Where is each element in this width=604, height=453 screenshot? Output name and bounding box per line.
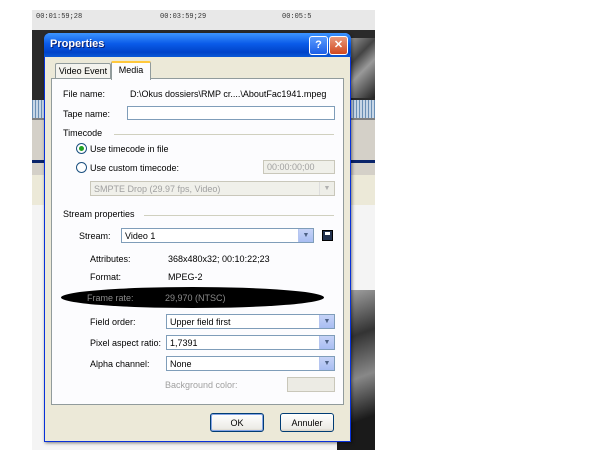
chevron-down-icon: ▼ [319,182,334,195]
tab-video-event[interactable]: Video Event [55,63,111,79]
radio-unselected-icon[interactable] [76,162,87,173]
use-timecode-in-file-label[interactable]: Use timecode in file [90,144,169,154]
tab-media[interactable]: Media [111,61,151,80]
stream-value: Video 1 [125,231,156,241]
pixel-aspect-ratio-label: Pixel aspect ratio: [90,338,162,348]
tape-name-label: Tape name: [63,109,111,119]
field-order-select[interactable]: Upper field first ▼ [166,314,335,329]
attributes-label: Attributes: [90,254,131,264]
timeline-ruler[interactable]: 00:01:59;28 00:03:59;29 00:05:5 [32,10,375,31]
attributes-value: 368x480x32; 00:10:22;23 [168,254,270,264]
use-custom-timecode-label[interactable]: Use custom timecode: [90,163,179,173]
stream-label: Stream: [79,231,111,241]
chevron-down-icon: ▼ [319,357,334,370]
help-button[interactable]: ? [309,36,328,55]
timeline-time-1: 00:01:59;28 [36,13,83,21]
frame-rate-label: Frame rate: [87,293,134,303]
stream-select[interactable]: Video 1 ▼ [121,228,314,243]
media-tab-panel: File name: D:\Okus dossiers\RMP cr....\A… [51,78,344,405]
timecode-format-select[interactable]: SMPTE Drop (29.97 fps, Video) ▼ [90,181,335,196]
chevron-down-icon: ▼ [319,315,334,328]
stream-properties-group-title: Stream properties [63,209,138,219]
timecode-format-value: SMPTE Drop (29.97 fps, Video) [94,184,221,194]
timeline-time-2: 00:03:59;29 [160,13,207,21]
dialog-title: Properties [50,38,105,50]
properties-dialog: Properties ? ✕ Video Event Media File na… [44,33,351,442]
frame-rate-highlight-oval: Frame rate: 29,970 (NTSC) [61,287,324,308]
floppy-disk-icon[interactable] [322,230,333,241]
dialog-title-bar[interactable]: Properties ? ✕ [44,33,351,57]
chevron-down-icon: ▼ [298,229,313,242]
background-color-label: Background color: [165,380,238,390]
timecode-group-title: Timecode [63,128,106,138]
field-order-label: Field order: [90,317,136,327]
file-name-label: File name: [63,89,106,99]
ok-button[interactable]: OK [210,413,264,432]
alpha-channel-label: Alpha channel: [90,359,150,369]
file-name-value: D:\Okus dossiers\RMP cr....\AboutFac1941… [130,89,327,99]
field-order-value: Upper field first [170,317,231,327]
background-color-swatch[interactable] [287,377,335,392]
format-value: MPEG-2 [168,272,203,282]
tape-name-input[interactable] [127,106,335,120]
pixel-aspect-ratio-value: 1,7391 [170,338,198,348]
cancel-button[interactable]: Annuler [280,413,334,432]
close-button[interactable]: ✕ [329,36,348,55]
timeline-time-3: 00:05:5 [282,13,312,21]
chevron-down-icon: ▼ [319,336,334,349]
alpha-channel-select[interactable]: None ▼ [166,356,335,371]
format-label: Format: [90,272,122,282]
frame-rate-value: 29,970 (NTSC) [165,293,226,303]
radio-selected-icon[interactable] [76,143,87,154]
pixel-aspect-ratio-select[interactable]: 1,7391 ▼ [166,335,335,350]
custom-timecode-input[interactable] [263,160,335,174]
alpha-channel-value: None [170,359,192,369]
